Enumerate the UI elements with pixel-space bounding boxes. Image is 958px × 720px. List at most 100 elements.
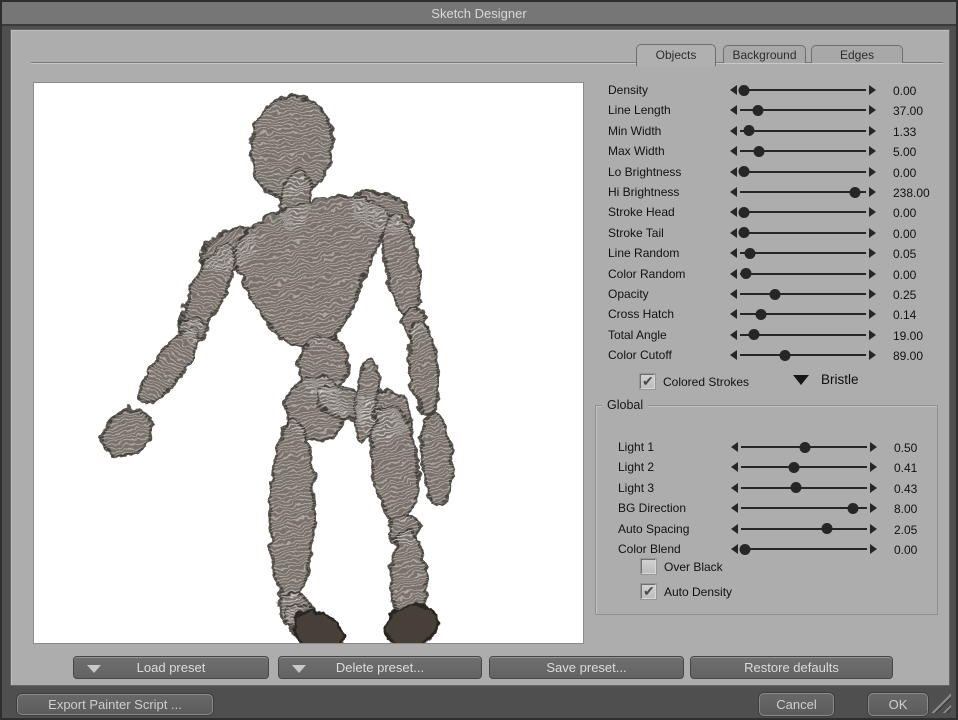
slider-left-arrow-icon[interactable] [731, 442, 738, 452]
tab-edges[interactable]: Edges [811, 45, 903, 63]
cancel-button[interactable]: Cancel [759, 693, 834, 716]
slider-knob[interactable] [848, 503, 859, 514]
slider-right-arrow-icon[interactable] [869, 146, 876, 156]
slider-right-arrow-icon[interactable] [870, 544, 877, 554]
slider-right-arrow-icon[interactable] [870, 524, 877, 534]
slider-right-arrow-icon[interactable] [869, 330, 876, 340]
slider-right-arrow-icon[interactable] [870, 483, 877, 493]
slider-knob[interactable] [791, 482, 802, 493]
slider-left-arrow-icon[interactable] [730, 85, 737, 95]
slider-track[interactable] [740, 252, 866, 254]
slider-density[interactable] [730, 80, 876, 100]
slider-knob[interactable] [739, 544, 750, 555]
slider-knob[interactable] [849, 187, 860, 198]
load-preset-button[interactable]: Load preset [73, 656, 269, 679]
slider-stroke-tail[interactable] [730, 223, 876, 243]
slider-color-cutoff[interactable] [730, 345, 876, 365]
slider-track[interactable] [740, 150, 866, 152]
slider-light-3[interactable] [731, 478, 877, 498]
slider-lo-brightness[interactable] [730, 162, 876, 182]
slider-track[interactable] [740, 354, 866, 356]
slider-opacity[interactable] [730, 284, 876, 304]
resize-grip[interactable] [925, 691, 951, 713]
slider-right-arrow-icon[interactable] [869, 207, 876, 217]
slider-track[interactable] [741, 507, 867, 509]
slider-left-arrow-icon[interactable] [731, 462, 738, 472]
slider-knob[interactable] [741, 268, 752, 279]
slider-right-arrow-icon[interactable] [869, 126, 876, 136]
slider-left-arrow-icon[interactable] [730, 207, 737, 217]
slider-knob[interactable] [756, 309, 767, 320]
tab-background[interactable]: Background [723, 45, 806, 63]
slider-knob[interactable] [738, 207, 749, 218]
slider-track[interactable] [740, 89, 866, 91]
auto-density-checkbox[interactable]: ✔ [641, 584, 656, 599]
slider-left-arrow-icon[interactable] [730, 126, 737, 136]
slider-left-arrow-icon[interactable] [731, 483, 738, 493]
slider-knob[interactable] [743, 125, 754, 136]
slider-right-arrow-icon[interactable] [869, 269, 876, 279]
slider-knob[interactable] [745, 248, 756, 259]
slider-right-arrow-icon[interactable] [869, 85, 876, 95]
slider-track[interactable] [741, 487, 867, 489]
slider-left-arrow-icon[interactable] [730, 309, 737, 319]
slider-right-arrow-icon[interactable] [869, 289, 876, 299]
slider-left-arrow-icon[interactable] [730, 289, 737, 299]
slider-light-1[interactable] [731, 437, 877, 457]
slider-track[interactable] [740, 273, 866, 275]
slider-knob[interactable] [753, 146, 764, 157]
slider-track[interactable] [740, 171, 866, 173]
slider-knob[interactable] [738, 166, 749, 177]
delete-preset-button[interactable]: Delete preset... [278, 656, 482, 679]
slider-right-arrow-icon[interactable] [869, 309, 876, 319]
slider-left-arrow-icon[interactable] [730, 187, 737, 197]
slider-left-arrow-icon[interactable] [731, 503, 738, 513]
slider-right-arrow-icon[interactable] [870, 442, 877, 452]
slider-knob[interactable] [748, 329, 759, 340]
tab-objects[interactable]: Objects [636, 44, 716, 66]
slider-right-arrow-icon[interactable] [869, 248, 876, 258]
slider-line-length[interactable] [730, 100, 876, 120]
slider-track[interactable] [740, 211, 866, 213]
save-preset-button[interactable]: Save preset... [489, 656, 684, 679]
slider-left-arrow-icon[interactable] [730, 228, 737, 238]
slider-knob[interactable] [770, 289, 781, 300]
slider-light-2[interactable] [731, 457, 877, 477]
slider-line-random[interactable] [730, 243, 876, 263]
slider-left-arrow-icon[interactable] [730, 269, 737, 279]
colored-strokes-checkbox[interactable]: ✔ [640, 374, 655, 389]
slider-track[interactable] [740, 191, 866, 193]
slider-track[interactable] [740, 293, 866, 295]
slider-track[interactable] [741, 548, 867, 550]
slider-left-arrow-icon[interactable] [730, 350, 737, 360]
slider-color-blend[interactable] [731, 539, 877, 559]
brush-type-dropdown[interactable]: Bristle [793, 372, 859, 387]
slider-track[interactable] [741, 466, 867, 468]
slider-total-angle[interactable] [730, 325, 876, 345]
slider-knob[interactable] [752, 105, 763, 116]
slider-track[interactable] [741, 528, 867, 530]
slider-right-arrow-icon[interactable] [870, 503, 877, 513]
slider-left-arrow-icon[interactable] [730, 167, 737, 177]
slider-max-width[interactable] [730, 141, 876, 161]
slider-right-arrow-icon[interactable] [869, 350, 876, 360]
slider-knob[interactable] [821, 523, 832, 534]
over-black-checkbox[interactable]: ✔ [641, 559, 656, 574]
slider-track[interactable] [740, 130, 866, 132]
slider-left-arrow-icon[interactable] [730, 248, 737, 258]
slider-right-arrow-icon[interactable] [869, 167, 876, 177]
slider-knob[interactable] [788, 462, 799, 473]
slider-knob[interactable] [738, 85, 749, 96]
export-painter-script-button[interactable]: Export Painter Script ... [17, 694, 213, 715]
slider-auto-spacing[interactable] [731, 519, 877, 539]
ok-button[interactable]: OK [868, 693, 928, 716]
slider-bg-direction[interactable] [731, 498, 877, 518]
slider-knob[interactable] [800, 442, 811, 453]
slider-track[interactable] [740, 109, 866, 111]
slider-track[interactable] [740, 334, 866, 336]
slider-right-arrow-icon[interactable] [870, 462, 877, 472]
slider-track[interactable] [741, 446, 867, 448]
slider-left-arrow-icon[interactable] [730, 330, 737, 340]
slider-hi-brightness[interactable] [730, 182, 876, 202]
slider-stroke-head[interactable] [730, 202, 876, 222]
